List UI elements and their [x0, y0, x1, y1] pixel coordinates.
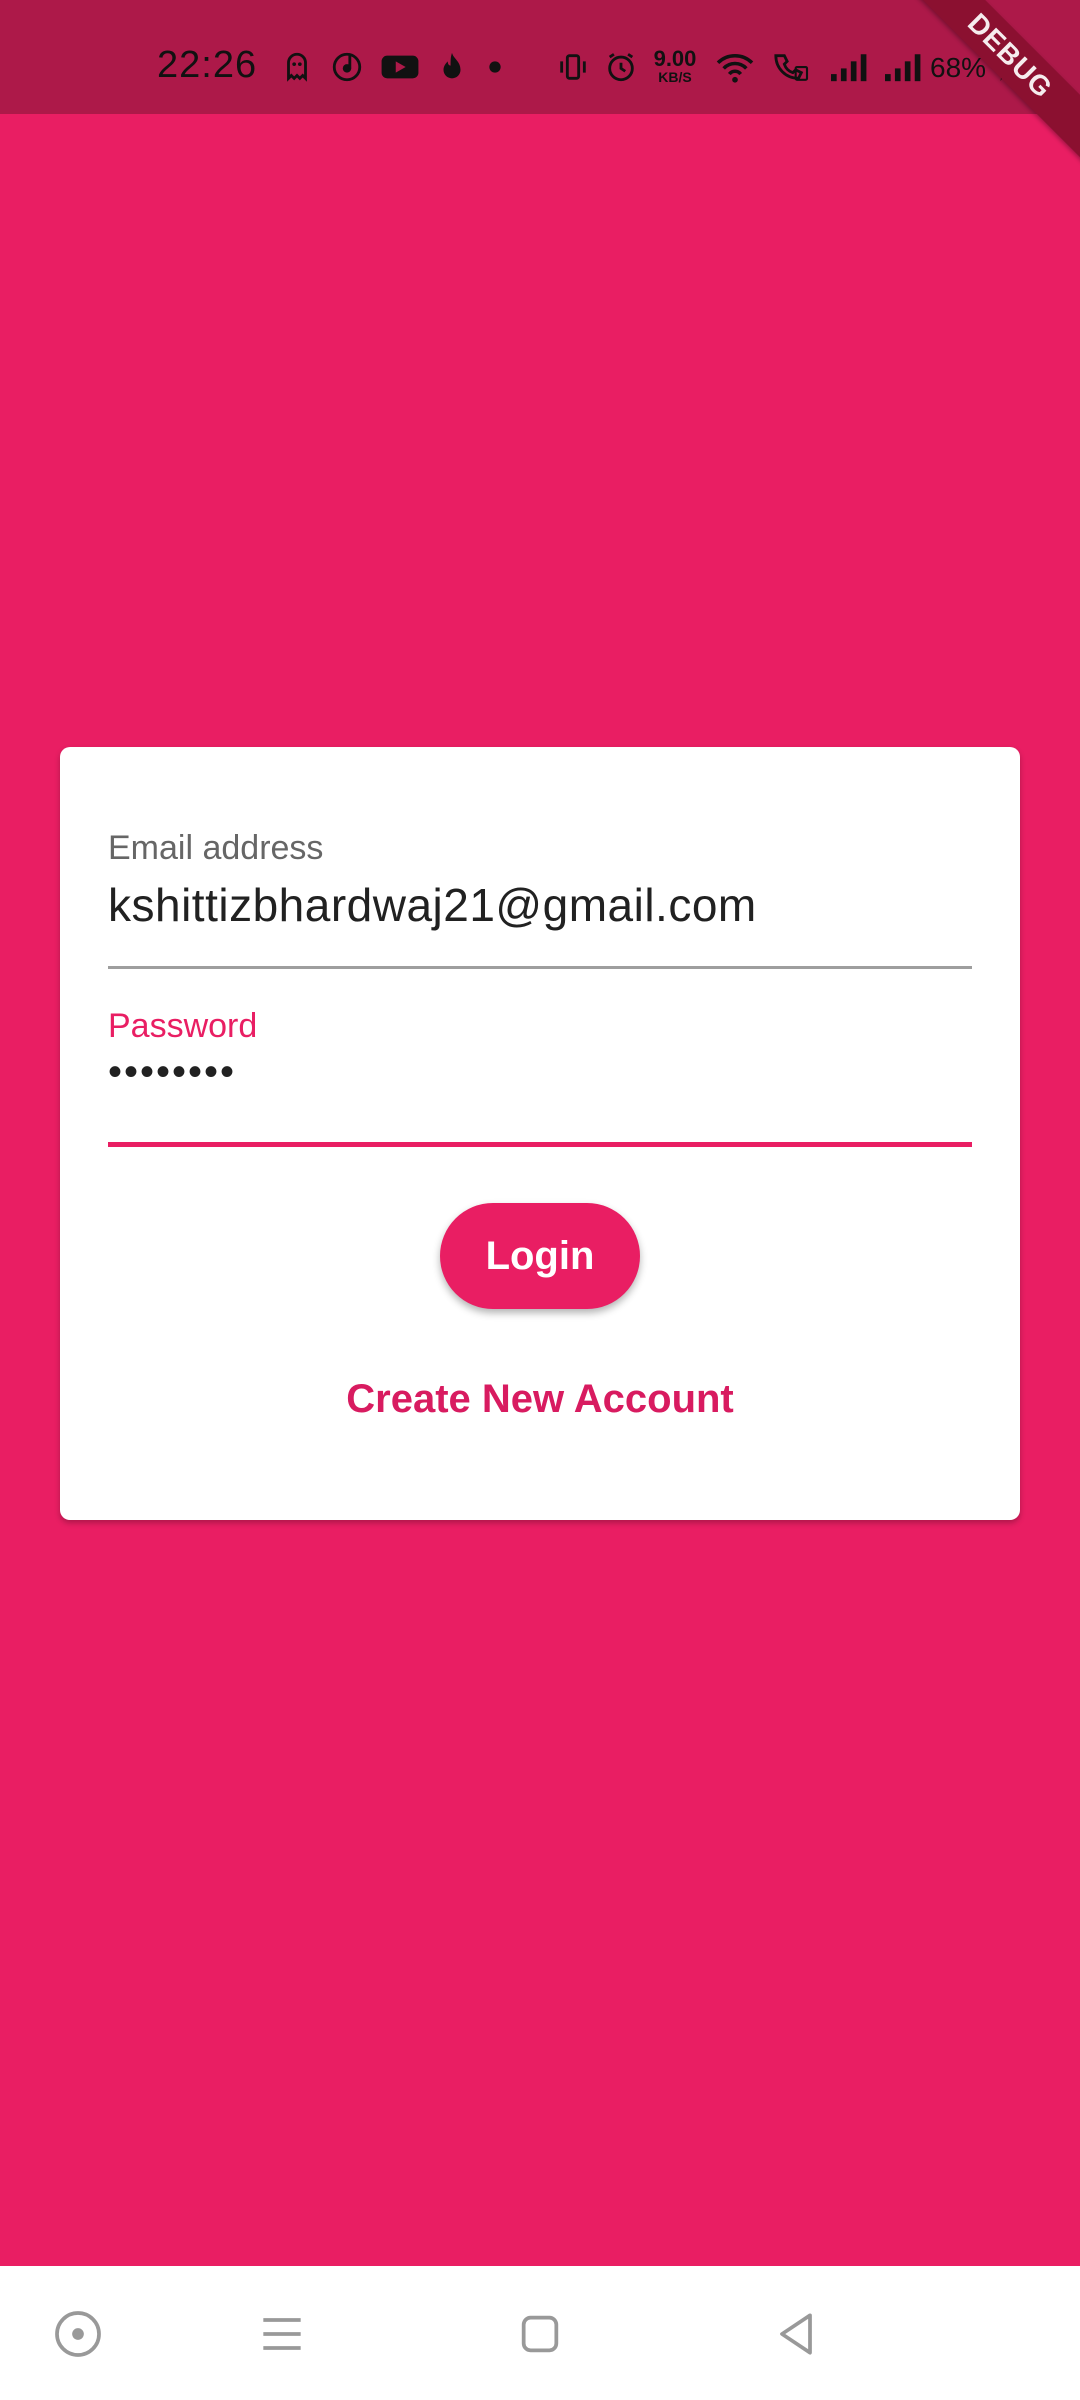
battery-level: 68%: [930, 52, 987, 83]
net-speed-unit: KB/S: [658, 69, 692, 85]
password-field[interactable]: Password ••••••••: [108, 1007, 972, 1147]
password-label: Password: [108, 1007, 258, 1045]
create-account-link[interactable]: Create New Account: [60, 1377, 1020, 1422]
dot-icon: [489, 61, 501, 73]
wifi-icon: [716, 53, 754, 83]
status-time: 22:26: [157, 44, 258, 86]
fire-icon: [443, 52, 461, 79]
home-icon[interactable]: [512, 2306, 568, 2362]
vibrate-icon: [560, 54, 586, 80]
email-field[interactable]: Email address kshittizbhardwaj21@gmail.c…: [108, 829, 972, 969]
signal-icon: [831, 54, 867, 82]
net-speed-value: 9.00: [653, 46, 697, 71]
music-icon: [332, 52, 362, 82]
signal-icon: [885, 54, 921, 82]
menu-icon[interactable]: [254, 2306, 310, 2362]
password-input[interactable]: ••••••••: [108, 1050, 972, 1095]
ghost-icon: [287, 52, 307, 82]
navigation-bar: [0, 2266, 1080, 2400]
alarm-icon: [608, 53, 634, 82]
email-input[interactable]: kshittizbhardwaj21@gmail.com: [108, 878, 972, 932]
youtube-icon: [381, 55, 419, 79]
email-label: Email address: [108, 829, 324, 867]
login-card: Email address kshittizbhardwaj21@gmail.c…: [60, 747, 1020, 1520]
login-button[interactable]: Login: [440, 1203, 640, 1309]
net-speed: 9.00 KB/S: [650, 46, 700, 85]
assistant-icon[interactable]: [50, 2306, 106, 2362]
login-screen: 22:26 9.00 KB/S 68% DEBUG Email address …: [0, 0, 1080, 2400]
back-icon[interactable]: [768, 2306, 824, 2362]
status-bar: 22:26 9.00 KB/S 68%: [0, 0, 1080, 114]
wifi-call-icon: [774, 54, 809, 81]
